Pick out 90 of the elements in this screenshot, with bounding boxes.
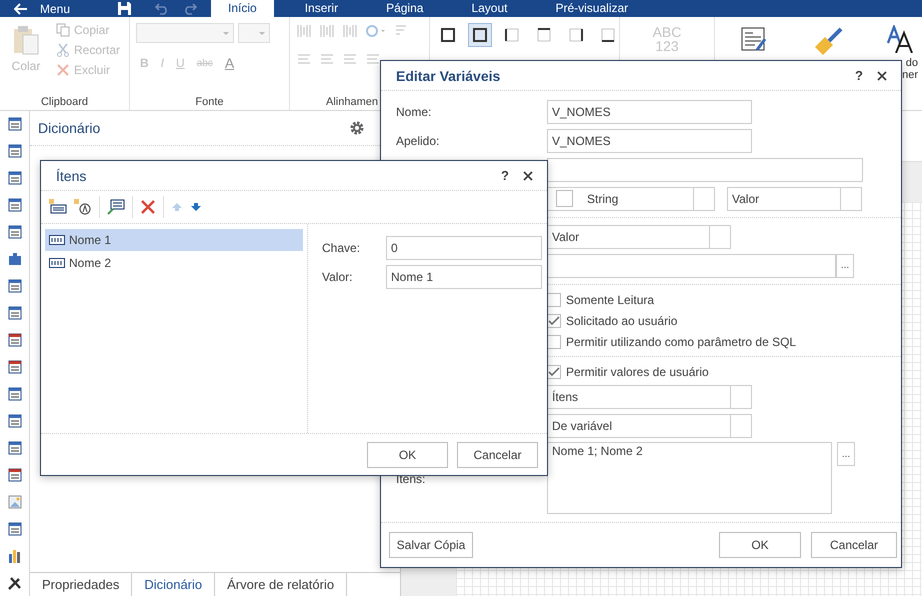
component-icon[interactable] bbox=[6, 116, 22, 132]
menu-link[interactable]: Menu bbox=[40, 2, 70, 16]
edit-text-icon[interactable] bbox=[107, 199, 125, 215]
panel-tab[interactable]: Propriedades bbox=[30, 573, 132, 596]
panel-tab[interactable]: Árvore de relatório bbox=[215, 573, 348, 596]
field-label: Nome: bbox=[395, 104, 432, 118]
component-icon[interactable] bbox=[6, 332, 22, 348]
field-label: Apelido: bbox=[395, 134, 440, 148]
dialog-title: Editar Variáveis bbox=[396, 68, 502, 84]
image-icon[interactable] bbox=[6, 494, 22, 510]
checkbox-label: Permitir utilizando como parâmetro de SQL bbox=[566, 334, 796, 348]
group-label: Fonte bbox=[194, 96, 225, 110]
border-icon bbox=[536, 27, 552, 43]
items-source-dropdown[interactable]: Ítens bbox=[547, 384, 752, 408]
browse-button[interactable]: ... bbox=[837, 442, 855, 466]
save-copy-button[interactable]: Salvar Cópia bbox=[389, 532, 473, 558]
component-icon[interactable] bbox=[6, 413, 22, 429]
component-icon[interactable] bbox=[6, 440, 22, 456]
ribbon-tab[interactable]: Layout bbox=[454, 0, 524, 17]
variable-icon bbox=[49, 258, 65, 268]
style-button[interactable]: do ner bbox=[886, 25, 918, 110]
ok-button[interactable]: OK bbox=[367, 442, 448, 468]
component-icon[interactable] bbox=[6, 170, 22, 186]
items-text-area[interactable]: Nome 1; Nome 2 bbox=[547, 442, 832, 514]
checkbox-label: Permitir valores de usuário bbox=[566, 364, 709, 378]
ribbon-tab[interactable]: Início bbox=[211, 0, 274, 17]
ribbon-tab[interactable]: Página bbox=[369, 0, 440, 17]
component-icon[interactable] bbox=[6, 305, 22, 321]
component-icon[interactable] bbox=[6, 359, 22, 375]
name-field[interactable]: V_NOMES bbox=[547, 100, 752, 124]
component-icon[interactable] bbox=[6, 197, 22, 213]
list-item[interactable]: Nome 2 bbox=[45, 252, 303, 274]
back-arrow-icon[interactable] bbox=[14, 2, 28, 14]
group-label: Clipboard bbox=[40, 96, 90, 110]
list-item[interactable]: Nome 1 bbox=[45, 229, 303, 251]
cancel-button[interactable]: Cancelar bbox=[811, 532, 897, 558]
save-icon[interactable] bbox=[118, 2, 132, 15]
cancel-button[interactable]: Cancelar bbox=[457, 442, 538, 468]
component-icon[interactable] bbox=[6, 224, 22, 240]
panel-tab[interactable]: Dicionário bbox=[132, 573, 216, 596]
field-label: Valor: bbox=[322, 270, 354, 284]
component-icon[interactable] bbox=[6, 386, 22, 402]
border-icon bbox=[504, 27, 520, 43]
move-down-icon[interactable] bbox=[190, 202, 202, 212]
delete-icon bbox=[56, 63, 70, 77]
checkbox-label: Solicitado ao usuário bbox=[566, 314, 678, 328]
checkbox[interactable] bbox=[556, 190, 573, 207]
help-button[interactable]: ? bbox=[501, 168, 509, 183]
field-label: Chave: bbox=[322, 240, 362, 254]
border-icon bbox=[440, 27, 456, 43]
copy-icon bbox=[56, 23, 70, 37]
ok-button[interactable]: OK bbox=[719, 532, 801, 558]
variable-icon bbox=[49, 235, 65, 245]
component-icon[interactable] bbox=[6, 278, 22, 294]
type-dropdown[interactable]: String bbox=[547, 186, 715, 210]
help-button[interactable]: ? bbox=[855, 68, 863, 83]
items-from-dropdown[interactable]: De variável bbox=[547, 414, 752, 438]
component-icon[interactable] bbox=[6, 143, 22, 159]
border-icon bbox=[472, 27, 488, 43]
browse-button[interactable]: ... bbox=[836, 254, 854, 278]
border-icon bbox=[568, 27, 584, 43]
border-icon bbox=[600, 27, 616, 43]
value-field[interactable]: Nome 1 bbox=[386, 264, 542, 288]
description-field[interactable] bbox=[547, 158, 863, 182]
value-field[interactable] bbox=[547, 254, 836, 278]
delete-icon[interactable] bbox=[140, 199, 156, 215]
puzzle-icon[interactable] bbox=[6, 251, 22, 267]
border-button[interactable] bbox=[468, 23, 492, 47]
component-icon[interactable] bbox=[6, 467, 22, 483]
ribbon-tab[interactable]: Pré-visualizar bbox=[538, 0, 646, 17]
settings-icon[interactable] bbox=[350, 121, 364, 135]
panel-title: Dicionário bbox=[38, 120, 100, 136]
key-field[interactable]: 0 bbox=[386, 236, 542, 260]
close-icon[interactable] bbox=[877, 70, 887, 80]
clipboard-icon bbox=[13, 25, 39, 55]
component-icon[interactable] bbox=[6, 521, 22, 537]
mode-dropdown[interactable]: Valor bbox=[727, 186, 862, 210]
group-label: Alinhamen bbox=[325, 96, 379, 110]
ribbon-tab[interactable]: Inserir bbox=[288, 0, 356, 17]
redo-icon[interactable] bbox=[183, 2, 198, 14]
alias-field[interactable]: V_NOMES bbox=[547, 128, 752, 152]
dialog-title: Ítens bbox=[56, 168, 88, 184]
undo-icon[interactable] bbox=[155, 2, 170, 14]
add-function-icon[interactable] bbox=[74, 199, 92, 215]
close-icon[interactable] bbox=[523, 170, 533, 180]
bar-chart-icon[interactable] bbox=[6, 548, 22, 564]
add-variable-icon[interactable] bbox=[49, 199, 67, 215]
checkbox-label: Somente Leitura bbox=[566, 292, 654, 306]
scissors-icon bbox=[56, 43, 70, 57]
field-label: Itens: bbox=[395, 472, 426, 486]
